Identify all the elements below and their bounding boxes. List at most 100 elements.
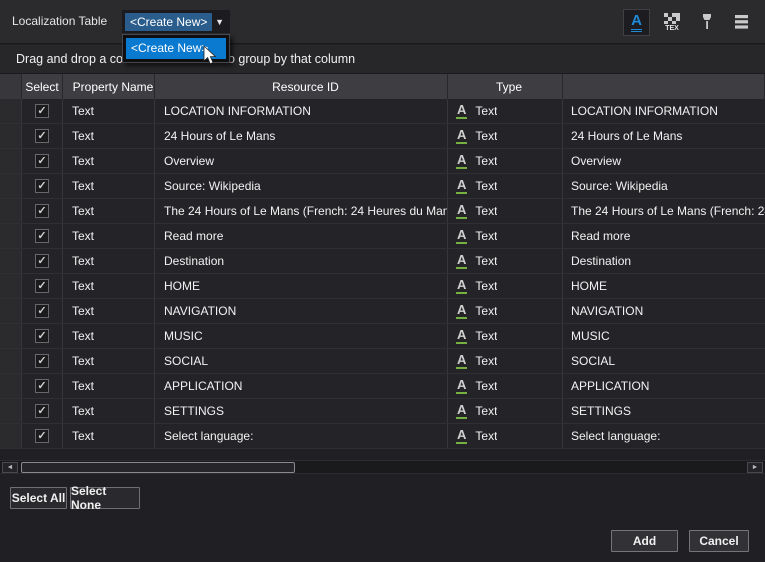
cancel-button[interactable]: Cancel bbox=[689, 530, 749, 552]
row-header-cell[interactable] bbox=[0, 149, 22, 173]
type-cell: A Text bbox=[448, 199, 563, 223]
row-checkbox[interactable] bbox=[35, 279, 49, 293]
property-name-text: Text bbox=[72, 254, 94, 268]
resource-id-text: Source: Wikipedia bbox=[164, 179, 261, 193]
row-checkbox[interactable] bbox=[35, 229, 49, 243]
scrollbar-thumb[interactable] bbox=[21, 462, 295, 473]
row-header-cell[interactable] bbox=[0, 174, 22, 198]
value-cell: NAVIGATION bbox=[563, 299, 765, 323]
select-cell bbox=[22, 374, 63, 398]
localization-table-combobox[interactable]: <Create New> ▼ bbox=[122, 10, 230, 33]
table-row[interactable]: Text Read more A Text Read more bbox=[0, 224, 765, 249]
font-mode-button[interactable]: A bbox=[623, 9, 650, 36]
type-text: Text bbox=[475, 229, 497, 243]
row-checkbox[interactable] bbox=[35, 304, 49, 318]
table-row[interactable]: Text LOCATION INFORMATION A Text LOCATIO… bbox=[0, 99, 765, 124]
value-cell: Read more bbox=[563, 224, 765, 248]
text-type-icon: A bbox=[456, 128, 467, 144]
horizontal-scrollbar[interactable]: ◄ ► bbox=[0, 460, 765, 474]
property-name-text: Text bbox=[72, 179, 94, 193]
row-checkbox[interactable] bbox=[35, 104, 49, 118]
table-row[interactable]: Text APPLICATION A Text APPLICATION bbox=[0, 374, 765, 399]
table-row[interactable]: Text HOME A Text HOME bbox=[0, 274, 765, 299]
value-text: Destination bbox=[571, 254, 631, 268]
row-checkbox[interactable] bbox=[35, 379, 49, 393]
property-name-cell: Text bbox=[63, 399, 155, 423]
table-row[interactable]: Text NAVIGATION A Text NAVIGATION bbox=[0, 299, 765, 324]
table-row[interactable]: Text Overview A Text Overview bbox=[0, 149, 765, 174]
value-text: Overview bbox=[571, 154, 621, 168]
row-header-cell[interactable] bbox=[0, 374, 22, 398]
row-header-cell[interactable] bbox=[0, 274, 22, 298]
row-header-cell[interactable] bbox=[0, 349, 22, 373]
row-checkbox[interactable] bbox=[35, 354, 49, 368]
property-name-cell: Text bbox=[63, 249, 155, 273]
value-text: 24 Hours of Le Mans bbox=[571, 129, 682, 143]
type-text: Text bbox=[475, 379, 497, 393]
table-row[interactable]: Text The 24 Hours of Le Mans (French: 24… bbox=[0, 199, 765, 224]
table-row[interactable]: Text Select language: A Text Select lang… bbox=[0, 424, 765, 449]
value-cell: HOME bbox=[563, 274, 765, 298]
select-all-button[interactable]: Select All bbox=[10, 487, 67, 509]
row-checkbox[interactable] bbox=[35, 329, 49, 343]
pin-button[interactable] bbox=[693, 9, 720, 36]
resource-id-text: APPLICATION bbox=[164, 379, 242, 393]
texture-mode-button[interactable]: TEX bbox=[658, 9, 685, 36]
row-header-cell[interactable] bbox=[0, 399, 22, 423]
table-row[interactable]: Text 24 Hours of Le Mans A Text 24 Hours… bbox=[0, 124, 765, 149]
row-checkbox[interactable] bbox=[35, 204, 49, 218]
type-cell: A Text bbox=[448, 224, 563, 248]
select-cell bbox=[22, 124, 63, 148]
add-button[interactable]: Add bbox=[611, 530, 678, 552]
dropdown-item-create-new[interactable]: <Create New> bbox=[126, 38, 226, 59]
menu-button[interactable] bbox=[728, 9, 755, 36]
table-row[interactable]: Text Source: Wikipedia A Text Source: Wi… bbox=[0, 174, 765, 199]
row-header-cell[interactable] bbox=[0, 224, 22, 248]
column-header-value[interactable] bbox=[563, 74, 765, 99]
scroll-left-button[interactable]: ◄ bbox=[2, 462, 18, 473]
row-header-cell[interactable] bbox=[0, 324, 22, 348]
select-cell bbox=[22, 349, 63, 373]
resource-id-cell: APPLICATION bbox=[155, 374, 448, 398]
row-checkbox[interactable] bbox=[35, 154, 49, 168]
row-checkbox[interactable] bbox=[35, 179, 49, 193]
table-row[interactable]: Text Destination A Text Destination bbox=[0, 249, 765, 274]
select-none-button[interactable]: Select None bbox=[70, 487, 140, 509]
resource-id-cell: Source: Wikipedia bbox=[155, 174, 448, 198]
row-checkbox[interactable] bbox=[35, 254, 49, 268]
value-text: Read more bbox=[571, 229, 630, 243]
row-checkbox[interactable] bbox=[35, 429, 49, 443]
type-cell: A Text bbox=[448, 249, 563, 273]
value-text: Select language: bbox=[571, 429, 660, 443]
property-name-cell: Text bbox=[63, 199, 155, 223]
type-text: Text bbox=[475, 154, 497, 168]
svg-text:TEX: TEX bbox=[665, 25, 679, 32]
table-row[interactable]: Text SETTINGS A Text SETTINGS bbox=[0, 399, 765, 424]
row-header-cell[interactable] bbox=[0, 424, 22, 448]
text-type-icon: A bbox=[456, 353, 467, 369]
row-header-cell[interactable] bbox=[0, 249, 22, 273]
column-header-resource[interactable]: Resource ID bbox=[155, 74, 448, 99]
row-header-cell[interactable] bbox=[0, 299, 22, 323]
column-header-type[interactable]: Type bbox=[448, 74, 563, 99]
column-header-select[interactable]: Select bbox=[22, 74, 63, 99]
row-header-cell[interactable] bbox=[0, 199, 22, 223]
row-header-cell[interactable] bbox=[0, 99, 22, 123]
property-name-cell: Text bbox=[63, 424, 155, 448]
toolbar-icons: A TEX bbox=[623, 8, 755, 36]
table-row[interactable]: Text SOCIAL A Text SOCIAL bbox=[0, 349, 765, 374]
scroll-right-button[interactable]: ► bbox=[747, 462, 763, 473]
row-checkbox[interactable] bbox=[35, 129, 49, 143]
type-text: Text bbox=[475, 279, 497, 293]
type-cell: A Text bbox=[448, 124, 563, 148]
row-checkbox[interactable] bbox=[35, 404, 49, 418]
type-text: Text bbox=[475, 129, 497, 143]
row-header-cell[interactable] bbox=[0, 124, 22, 148]
text-type-icon: A bbox=[456, 428, 467, 444]
property-name-cell: Text bbox=[63, 324, 155, 348]
column-header-property[interactable]: Property Name bbox=[63, 74, 155, 99]
table-row[interactable]: Text MUSIC A Text MUSIC bbox=[0, 324, 765, 349]
text-type-icon: A bbox=[456, 178, 467, 194]
value-cell: Source: Wikipedia bbox=[563, 174, 765, 198]
value-cell: LOCATION INFORMATION bbox=[563, 99, 765, 123]
